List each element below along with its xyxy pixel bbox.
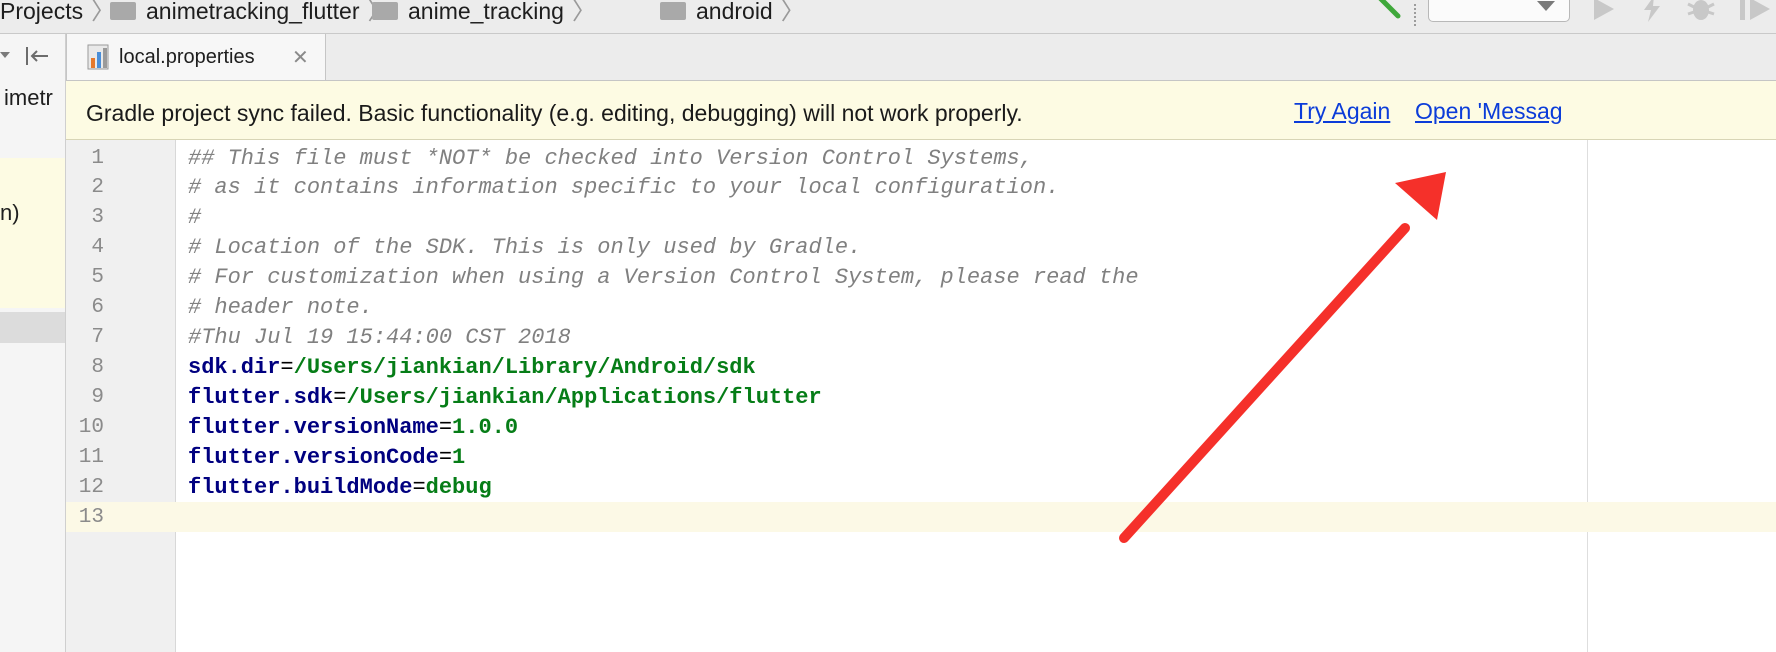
property-separator: =: [438, 415, 453, 440]
line-number: 1: [91, 147, 104, 170]
banner-message: Gradle project sync failed. Basic functi…: [86, 100, 1023, 126]
code-line-property: sdk.dir=/Users/jiankian/Library/Android/…: [188, 353, 756, 383]
properties-file-icon: [87, 42, 111, 75]
hammer-icon[interactable]: [1370, 0, 1404, 25]
profile-icon[interactable]: [1738, 0, 1776, 27]
line-number: 11: [78, 446, 104, 469]
property-key: flutter.versionName: [188, 415, 439, 440]
collapse-all-icon[interactable]: [24, 45, 50, 72]
property-value: 1.0.0: [452, 415, 519, 440]
editor-tab-bar: local.properties ✕: [66, 34, 1776, 81]
breadcrumb-item-anime-tracking[interactable]: anime_tracking 〉: [372, 0, 596, 26]
code-line-property: flutter.versionCode=1: [188, 443, 465, 473]
navigation-bar: Projects〉 animetracking_flutter〉 anime_t…: [0, 0, 1776, 34]
line-number: 5: [91, 266, 104, 289]
chevron-down-icon[interactable]: [0, 52, 10, 58]
toolbar-separator: [1414, 4, 1418, 26]
run-configuration-select[interactable]: [1428, 0, 1570, 22]
project-tree-item[interactable]: imetr: [4, 85, 53, 111]
property-key: flutter.sdk: [188, 385, 334, 410]
tab-local-properties[interactable]: local.properties ✕: [66, 34, 326, 80]
property-separator: =: [333, 385, 347, 410]
lightning-icon[interactable]: [1640, 0, 1664, 27]
line-number: 4: [91, 236, 104, 259]
code-line-comment: #: [188, 205, 202, 230]
code-line-comment: # header note.: [188, 295, 373, 320]
line-number: 10: [78, 416, 104, 439]
property-key: flutter.buildMode: [188, 475, 413, 500]
folder-icon: [110, 2, 136, 20]
code-line-comment: # For customization when using a Version…: [188, 265, 1139, 290]
breadcrumb-item-projects[interactable]: Projects 〉: [0, 0, 115, 26]
property-value: 1: [452, 445, 466, 470]
code-line-property: flutter.sdk=/Users/jiankian/Applications…: [188, 383, 822, 413]
bug-icon[interactable]: [1686, 0, 1716, 27]
close-icon[interactable]: ✕: [292, 45, 309, 70]
breadcrumb-item-android[interactable]: android 〉: [660, 0, 805, 26]
line-number: 3: [91, 206, 104, 229]
folder-icon: [660, 2, 686, 20]
code-line-comment: # Location of the SDK. This is only used…: [188, 235, 862, 260]
open-messages-link[interactable]: Open 'Messag: [1415, 98, 1563, 125]
line-number: 7: [91, 326, 104, 349]
run-icon[interactable]: [1590, 0, 1618, 27]
property-separator: =: [438, 445, 453, 470]
project-tree-highlight: [0, 158, 65, 308]
code-line-comment: ## This file must *NOT* be checked into …: [188, 146, 1033, 171]
property-key: sdk.dir: [188, 355, 281, 380]
property-value: debug: [425, 475, 492, 500]
property-separator: =: [280, 355, 294, 380]
caret-row-highlight: [66, 502, 1776, 532]
line-number: 12: [78, 476, 104, 499]
property-separator: =: [412, 475, 426, 500]
line-number: 6: [91, 296, 104, 319]
code-line-comment: # as it contains information specific to…: [188, 175, 1060, 200]
try-again-link[interactable]: Try Again: [1294, 98, 1390, 125]
project-tool-window: imetr n): [0, 34, 66, 652]
gradle-sync-failed-banner: Gradle project sync failed. Basic functi…: [66, 81, 1776, 140]
property-value: /Users/jiankian/Library/Android/sdk: [293, 355, 756, 380]
project-tree-selected-row[interactable]: [0, 312, 65, 343]
line-number: 9: [91, 386, 104, 409]
code-line-property: flutter.buildMode=debug: [188, 473, 492, 503]
breadcrumb-separator-icon: 〉: [571, 0, 596, 25]
line-number: 8: [91, 356, 104, 379]
project-panel-toolbar: [0, 34, 65, 79]
code-line-comment: #Thu Jul 19 15:44:00 CST 2018: [188, 325, 571, 350]
chevron-down-icon: [1537, 1, 1555, 11]
property-key: flutter.versionCode: [188, 445, 439, 470]
breadcrumb-separator-icon: 〉: [780, 0, 805, 25]
line-number: 13: [78, 506, 104, 529]
right-margin-guide: [1587, 140, 1588, 652]
folder-icon: [372, 2, 398, 20]
code-line-property: flutter.versionName=1.0.0: [188, 413, 518, 443]
tab-label: local.properties: [119, 46, 255, 68]
breadcrumb-item-animetracking-flutter[interactable]: animetracking_flutter〉: [110, 0, 392, 26]
project-tree-item-suffix: n): [0, 200, 20, 225]
property-value: /Users/jiankian/Applications/flutter: [346, 385, 822, 410]
line-number: 2: [91, 176, 104, 199]
